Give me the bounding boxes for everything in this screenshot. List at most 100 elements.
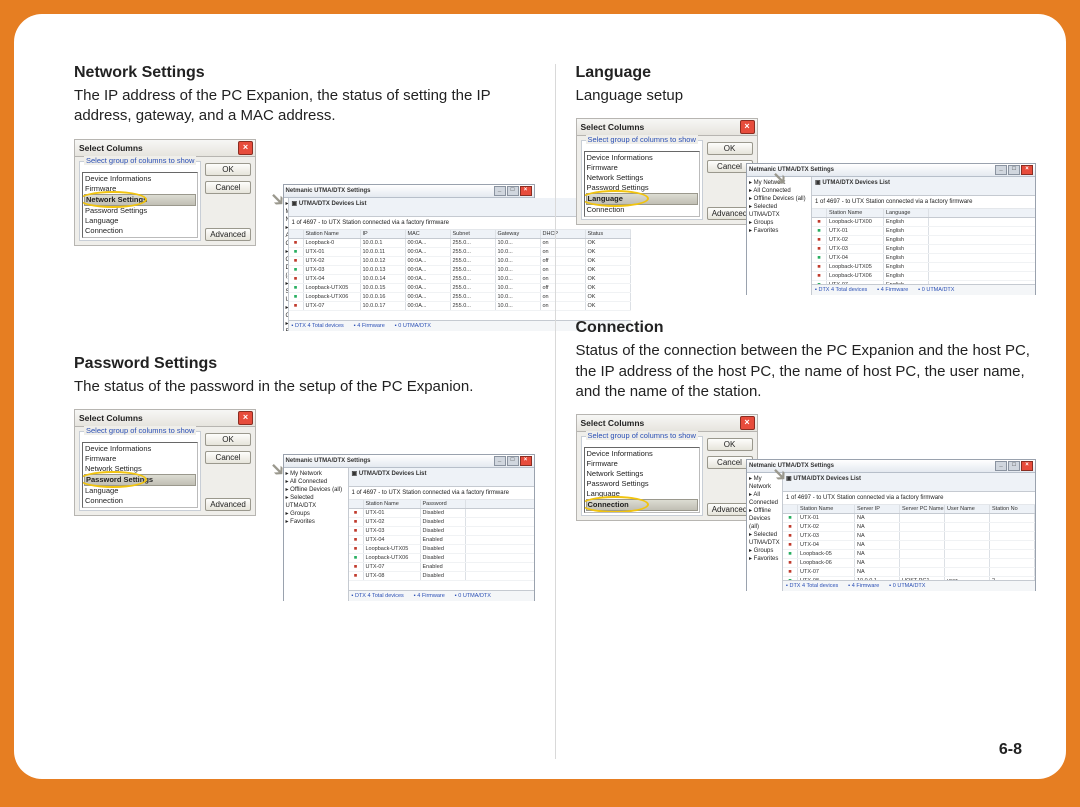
tree-node[interactable]: ▸ Groups: [286, 510, 346, 518]
tree-panel[interactable]: ▸ My Network▸ All Connected▸ Offline Dev…: [284, 468, 349, 601]
grid-header-cell[interactable]: Station No: [990, 505, 1035, 513]
table-row[interactable]: ■UTX-04NA: [783, 541, 1035, 550]
grid-header-cell[interactable]: Station Name: [827, 209, 884, 217]
table-row[interactable]: ■UTX-02English: [812, 236, 1035, 245]
table-row[interactable]: ■UTX-01Disabled: [349, 509, 534, 518]
grid-header-cell[interactable]: Station Name: [304, 230, 361, 238]
dialog-option[interactable]: Language: [84, 486, 196, 496]
grid-header-cell[interactable]: [783, 505, 798, 513]
dialog-option[interactable]: Language: [586, 489, 698, 499]
table-row[interactable]: ■Loopback-UTX05Disabled: [349, 545, 534, 554]
table-row[interactable]: ■Loopback-06NA: [783, 559, 1035, 568]
data-grid[interactable]: Station NamePassword ■UTX-01Disabled■UTX…: [349, 500, 534, 590]
close-icon[interactable]: ×: [1021, 461, 1033, 471]
grid-header-cell[interactable]: Server IP: [855, 505, 900, 513]
tree-node[interactable]: ▸ Groups: [749, 219, 809, 227]
dialog-option[interactable]: Connection: [84, 226, 196, 236]
grid-header-cell[interactable]: Gateway: [496, 230, 541, 238]
table-row[interactable]: ■UTX-07NA: [783, 568, 1035, 577]
dialog-option[interactable]: Connection: [586, 499, 698, 511]
cancel-button[interactable]: Cancel: [205, 181, 251, 194]
close-icon[interactable]: ×: [238, 141, 253, 155]
tree-node[interactable]: ▸ Offline Devices (all): [749, 195, 809, 203]
dialog-option[interactable]: Network Settings: [586, 173, 698, 183]
ok-button[interactable]: OK: [707, 142, 753, 155]
dialog-option[interactable]: Connection: [586, 205, 698, 215]
grid-header-cell[interactable]: Server PC Name: [900, 505, 945, 513]
tree-panel[interactable]: ▸ My Network▸ All Connected▸ Offline Dev…: [747, 473, 783, 591]
grid-header-cell[interactable]: Station Name: [364, 500, 421, 508]
dialog-option[interactable]: Network Settings: [586, 469, 698, 479]
advanced-button[interactable]: Advanced: [205, 228, 251, 241]
table-row[interactable]: ■UTX-03English: [812, 245, 1035, 254]
dialog-option[interactable]: Network Settings: [84, 194, 196, 206]
dialog-option[interactable]: Firmware: [84, 454, 196, 464]
dialog-option[interactable]: Language: [84, 216, 196, 226]
dialog-option[interactable]: Firmware: [586, 459, 698, 469]
ok-button[interactable]: OK: [205, 433, 251, 446]
table-row[interactable]: ■Loopback-UTX06English: [812, 272, 1035, 281]
maximize-icon[interactable]: □: [507, 186, 519, 196]
maximize-icon[interactable]: □: [507, 456, 519, 466]
table-row[interactable]: ■UTX-04English: [812, 254, 1035, 263]
dialog-option[interactable]: Password Settings: [84, 474, 196, 486]
dialog-option[interactable]: Device Informations: [586, 449, 698, 459]
grid-header-cell[interactable]: [349, 500, 364, 508]
grid-header-cell[interactable]: [812, 209, 827, 217]
maximize-icon[interactable]: □: [1008, 461, 1020, 471]
tree-node[interactable]: ▸ My Network: [286, 470, 346, 478]
tree-node[interactable]: ▸ Favorites: [286, 518, 346, 526]
grid-header-cell[interactable]: IP: [361, 230, 406, 238]
table-row[interactable]: ■UTX-07Enabled: [349, 563, 534, 572]
dialog-option[interactable]: Password Settings: [586, 183, 698, 193]
minimize-icon[interactable]: _: [995, 165, 1007, 175]
minimize-icon[interactable]: _: [995, 461, 1007, 471]
dialog-option[interactable]: Network Settings: [84, 464, 196, 474]
column-listbox[interactable]: Device InformationsFirmwareNetwork Setti…: [584, 151, 700, 217]
table-row[interactable]: ■UTX-01NA: [783, 514, 1035, 523]
close-icon[interactable]: ×: [520, 456, 532, 466]
data-grid[interactable]: Station NameLanguage ■Loopback-UTX00Engl…: [812, 209, 1035, 284]
data-grid[interactable]: Station NameServer IPServer PC NameUser …: [783, 505, 1035, 580]
dialog-option[interactable]: Device Informations: [84, 444, 196, 454]
table-row[interactable]: ■UTX-04Enabled: [349, 536, 534, 545]
tree-node[interactable]: ▸ Selected UTMA/DTX: [749, 203, 809, 219]
table-row[interactable]: ■UTX-02NA: [783, 523, 1035, 532]
tree-node[interactable]: ▸ Selected UTMA/DTX: [749, 531, 780, 547]
grid-header-cell[interactable]: [289, 230, 304, 238]
table-row[interactable]: ■UTX-03Disabled: [349, 527, 534, 536]
minimize-icon[interactable]: _: [494, 186, 506, 196]
tree-node[interactable]: ▸ Favorites: [749, 227, 809, 235]
dialog-option[interactable]: Connection: [84, 496, 196, 506]
tree-node[interactable]: ▸ All Connected: [749, 491, 780, 507]
dialog-option[interactable]: Firmware: [586, 163, 698, 173]
close-icon[interactable]: ×: [1021, 165, 1033, 175]
dialog-option[interactable]: Language: [586, 193, 698, 205]
ok-button[interactable]: OK: [205, 163, 251, 176]
grid-header-cell[interactable]: Station Name: [798, 505, 855, 513]
cancel-button[interactable]: Cancel: [205, 451, 251, 464]
grid-header-cell[interactable]: MAC: [406, 230, 451, 238]
maximize-icon[interactable]: □: [1008, 165, 1020, 175]
close-icon[interactable]: ×: [740, 120, 755, 134]
dialog-option[interactable]: Password Settings: [586, 479, 698, 489]
table-row[interactable]: ■UTX-01English: [812, 227, 1035, 236]
grid-header-cell[interactable]: Password: [421, 500, 466, 508]
close-icon[interactable]: ×: [740, 416, 755, 430]
table-row[interactable]: ■UTX-02Disabled: [349, 518, 534, 527]
tree-node[interactable]: ▸ Offline Devices (all): [286, 486, 346, 494]
grid-header-cell[interactable]: Subnet: [451, 230, 496, 238]
tree-node[interactable]: ▸ Offline Devices (all): [749, 507, 780, 531]
dialog-option[interactable]: Device Informations: [84, 174, 196, 184]
tree-node[interactable]: ▸ Selected UTMA/DTX: [286, 494, 346, 510]
dialog-option[interactable]: Firmware: [84, 184, 196, 194]
column-listbox[interactable]: Device InformationsFirmwareNetwork Setti…: [584, 447, 700, 513]
table-row[interactable]: ■Loopback-UTX05English: [812, 263, 1035, 272]
tree-panel[interactable]: ▸ My Network▸ All Connected▸ Offline Dev…: [747, 177, 812, 295]
grid-header-cell[interactable]: User Name: [945, 505, 990, 513]
ok-button[interactable]: OK: [707, 438, 753, 451]
advanced-button[interactable]: Advanced: [205, 498, 251, 511]
table-row[interactable]: ■UTX-03NA: [783, 532, 1035, 541]
table-row[interactable]: ■Loopback-UTX00English: [812, 218, 1035, 227]
table-row[interactable]: ■UTX-08Disabled: [349, 572, 534, 581]
